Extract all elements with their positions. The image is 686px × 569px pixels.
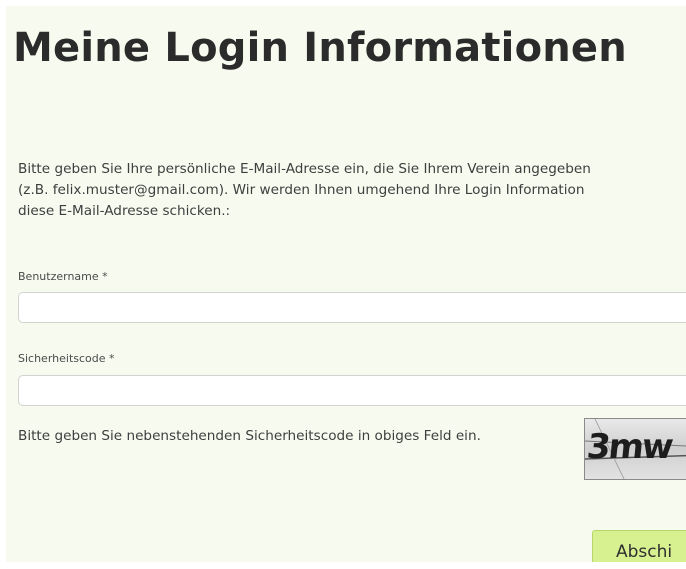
page-title: Meine Login Informationen xyxy=(13,25,627,71)
intro-line: Bitte geben Sie Ihre persönliche E-Mail-… xyxy=(18,161,591,177)
intro-line: diese E-Mail-Adresse schicken.: xyxy=(18,203,231,219)
username-input[interactable] xyxy=(18,292,686,323)
captcha-text: 3mw xyxy=(584,427,674,467)
captcha-image: 3mw xyxy=(584,418,686,480)
security-code-label: Sicherheitscode * xyxy=(18,352,115,365)
security-code-input[interactable] xyxy=(18,375,686,406)
captcha-hint: Bitte geben Sie nebenstehenden Sicherhei… xyxy=(18,428,481,444)
intro-text: Bitte geben Sie Ihre persönliche E-Mail-… xyxy=(18,159,686,222)
submit-button[interactable]: Abschi xyxy=(592,530,686,562)
intro-line: (z.B. felix.muster@gmail.com). Wir werde… xyxy=(18,182,585,198)
login-panel: Meine Login Informationen Bitte geben Si… xyxy=(6,6,686,562)
username-label: Benutzername * xyxy=(18,270,108,283)
